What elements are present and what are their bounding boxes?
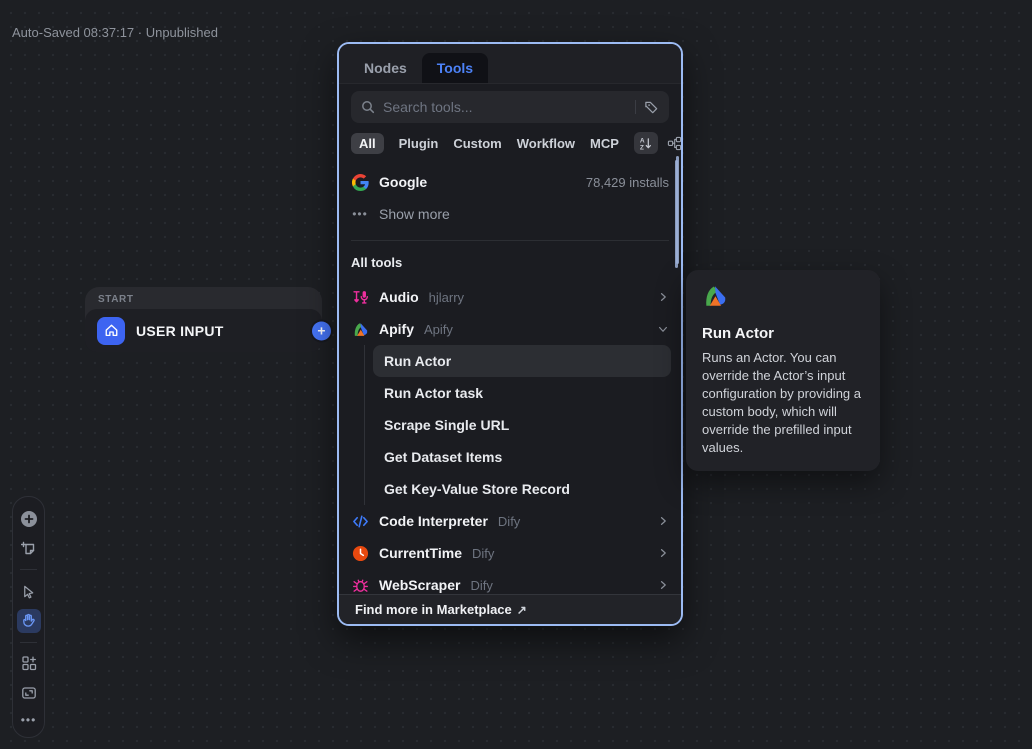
- autosave-status: Auto-Saved 08:37:17 · Unpublished: [12, 25, 218, 40]
- category-filters: All Plugin Custom Workflow MCP A Z: [351, 132, 669, 154]
- spider-icon: [351, 576, 369, 594]
- start-group-label: START: [98, 294, 134, 305]
- provider-row-code-interpreter[interactable]: Code Interpreter Dify: [339, 505, 681, 537]
- filter-custom[interactable]: Custom: [453, 136, 501, 151]
- toolbar-divider: [20, 642, 37, 643]
- subtool-get-dataset-items[interactable]: Get Dataset Items: [365, 441, 671, 473]
- subtool-run-actor[interactable]: Run Actor: [373, 345, 671, 377]
- canvas-toolbar[interactable]: •••: [12, 496, 45, 738]
- provider-row-apify[interactable]: Apify Apify: [339, 313, 681, 345]
- filter-mcp[interactable]: MCP: [590, 136, 619, 151]
- chevron-right-icon: [657, 547, 669, 559]
- pointer-mode-icon[interactable]: [17, 579, 41, 603]
- organize-blocks-icon[interactable]: [17, 652, 41, 676]
- list-divider: [351, 240, 669, 241]
- external-link-icon: ↗: [517, 603, 527, 617]
- tool-detail-tooltip: Run Actor Runs an Actor. You can overrid…: [686, 270, 880, 471]
- home-icon: [97, 317, 125, 345]
- node-title: USER INPUT: [136, 323, 224, 339]
- block-selector-panel[interactable]: Nodes Tools All Plugin: [337, 42, 683, 626]
- user-input-node-card[interactable]: USER INPUT +: [85, 309, 322, 352]
- add-note-icon[interactable]: [17, 537, 41, 561]
- start-node[interactable]: START USER INPUT +: [85, 287, 322, 352]
- show-more-row[interactable]: ••• Show more: [339, 198, 681, 230]
- tooltip-description: Runs an Actor. You can override the Acto…: [702, 349, 864, 457]
- chevron-down-icon: [657, 323, 669, 335]
- filter-plugin[interactable]: Plugin: [399, 136, 439, 151]
- apify-icon: [351, 320, 369, 338]
- search-divider: [635, 100, 636, 114]
- sort-alphabetical-icon[interactable]: A Z: [634, 132, 658, 154]
- svg-text:A: A: [640, 137, 645, 144]
- search-box[interactable]: [351, 91, 669, 123]
- subtool-get-kv-store-record[interactable]: Get Key-Value Store Record: [365, 473, 671, 505]
- section-title: All tools: [351, 251, 669, 273]
- apify-icon-large: [702, 283, 728, 309]
- ellipsis-icon: •••: [351, 205, 369, 223]
- audio-plugin-icon: [351, 288, 369, 306]
- hand-mode-icon[interactable]: [17, 609, 41, 633]
- marketplace-link[interactable]: Find more in Marketplace ↗: [339, 594, 681, 624]
- provider-row-currenttime[interactable]: CurrentTime Dify: [339, 537, 681, 569]
- filter-all[interactable]: All: [351, 133, 384, 154]
- filter-workflow[interactable]: Workflow: [517, 136, 575, 151]
- tab-nodes[interactable]: Nodes: [349, 53, 422, 83]
- tooltip-title: Run Actor: [702, 325, 864, 342]
- provider-row-audio[interactable]: Audio hjlarry: [339, 281, 681, 313]
- tag-filter-icon[interactable]: [644, 100, 659, 115]
- google-icon: [351, 173, 369, 191]
- chevron-right-icon: [657, 579, 669, 591]
- code-interpreter-icon: [351, 512, 369, 530]
- tool-row-google[interactable]: Google 78,429 installs: [339, 166, 681, 198]
- chevron-right-icon: [657, 515, 669, 527]
- panel-tabs: Nodes Tools: [339, 44, 681, 84]
- add-node-icon[interactable]: [17, 507, 41, 531]
- tree-view-icon[interactable]: [664, 132, 683, 154]
- tool-list[interactable]: installs Google 78,429 installs •••: [339, 160, 681, 624]
- panel-scrollbar-thumb[interactable]: [676, 156, 679, 264]
- clock-icon: [351, 544, 369, 562]
- fit-view-icon[interactable]: [17, 681, 41, 705]
- chevron-right-icon: [657, 291, 669, 303]
- apify-subtools: Run Actor Run Actor task Scrape Single U…: [364, 345, 671, 505]
- search-icon: [361, 100, 375, 114]
- tab-tools[interactable]: Tools: [422, 53, 488, 83]
- more-options-icon[interactable]: •••: [21, 713, 37, 727]
- add-next-node-button[interactable]: +: [312, 321, 331, 340]
- toolbar-divider: [20, 569, 37, 570]
- search-input[interactable]: [383, 99, 627, 115]
- subtool-scrape-single-url[interactable]: Scrape Single URL: [365, 409, 671, 441]
- subtool-run-actor-task[interactable]: Run Actor task: [365, 377, 671, 409]
- svg-text:Z: Z: [640, 144, 644, 150]
- workflow-canvas[interactable]: Auto-Saved 08:37:17 · Unpublished START …: [0, 0, 1032, 749]
- install-count: 78,429 installs: [586, 175, 669, 190]
